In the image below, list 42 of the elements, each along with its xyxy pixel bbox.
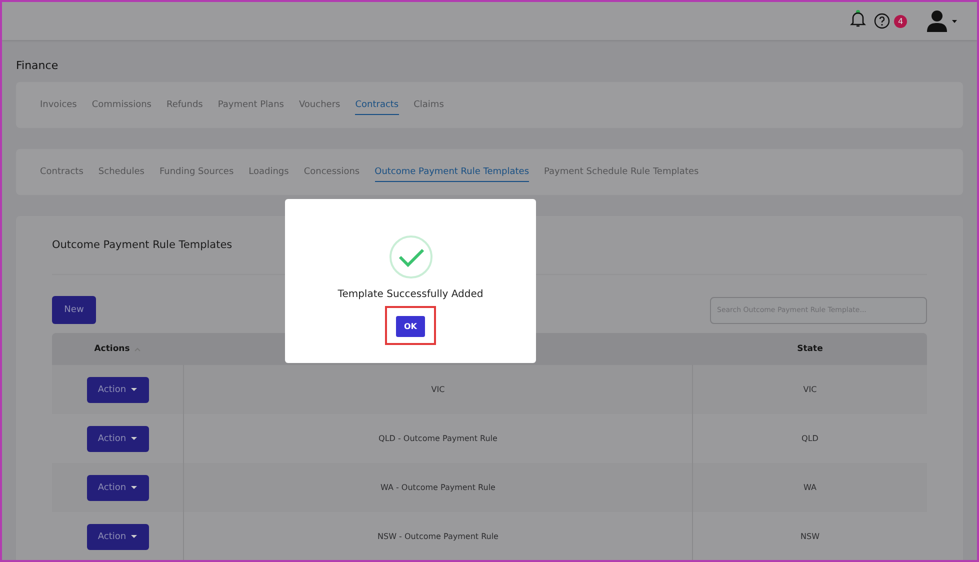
card-title: Outcome Payment Rule Templates: [52, 239, 232, 251]
table-cell: WA: [804, 483, 816, 492]
column-header[interactable]: Actions: [94, 344, 130, 354]
nav-tab[interactable]: Payment Plans: [218, 96, 284, 114]
nav-tab[interactable]: Refunds: [166, 96, 203, 114]
sub-tab[interactable]: Loadings: [248, 163, 289, 181]
table-cell: VIC: [803, 385, 817, 394]
sub-tab[interactable]: Payment Schedule Rule Templates: [544, 163, 699, 181]
table-cell: QLD: [802, 434, 818, 443]
table-cell: NSW - Outcome Payment Rule: [378, 532, 498, 541]
sub-tab[interactable]: Funding Sources: [159, 163, 234, 181]
dialog-message: Template Successfully Added: [338, 289, 484, 300]
table-cell: WA - Outcome Payment Rule: [380, 483, 496, 492]
sub-tab[interactable]: Schedules: [98, 163, 144, 181]
page-title: Finance: [16, 59, 60, 72]
user-avatar-icon[interactable]: [927, 10, 959, 32]
sub-tab[interactable]: Contracts: [40, 163, 84, 181]
caret-icon: [131, 486, 138, 490]
nav-tab[interactable]: Vouchers: [298, 96, 340, 114]
action-dropdown-button[interactable]: Action: [86, 426, 148, 452]
ok-button[interactable]: OK: [396, 316, 425, 337]
nav-tab[interactable]: Contracts: [355, 96, 399, 114]
sub-tab[interactable]: Outcome Payment Rule Templates: [374, 162, 530, 182]
caret-icon: [131, 388, 138, 392]
new-button[interactable]: New: [52, 296, 96, 324]
bell-icon[interactable]: [850, 10, 866, 28]
table-cell: VIC: [431, 385, 445, 394]
caret-icon: [131, 534, 138, 538]
column-header[interactable]: State: [797, 344, 823, 354]
action-dropdown-button[interactable]: Action: [86, 474, 148, 500]
caret-icon: [131, 436, 138, 440]
check-circle-icon: [388, 235, 432, 279]
table-cell: NSW: [800, 532, 820, 541]
action-dropdown-button[interactable]: Action: [86, 524, 148, 550]
action-dropdown-button[interactable]: Action: [86, 376, 148, 402]
nav-tab[interactable]: Commissions: [92, 96, 152, 114]
help-icon[interactable]: [874, 13, 890, 29]
notification-count-badge: 4: [894, 14, 907, 28]
nav-tab[interactable]: Claims: [414, 96, 444, 114]
table-cell: QLD - Outcome Payment Rule: [378, 434, 498, 443]
sub-tab[interactable]: Concessions: [304, 163, 360, 181]
nav-tab[interactable]: Invoices: [40, 96, 77, 114]
